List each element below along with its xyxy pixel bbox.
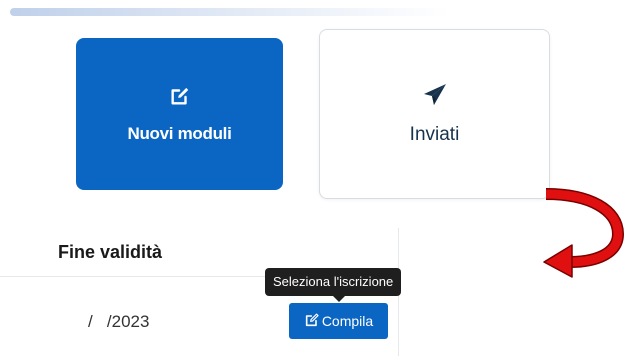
compila-button[interactable]: Compila [289, 303, 388, 339]
tooltip-pointer [333, 296, 345, 302]
compila-label: Compila [321, 313, 374, 329]
edit-icon [169, 85, 191, 112]
edit-icon [304, 312, 320, 331]
sent-tile[interactable]: Inviati [319, 29, 550, 199]
new-modules-label: Nuovi moduli [127, 123, 232, 143]
new-modules-tile[interactable]: Nuovi moduli [76, 38, 283, 190]
end-date-cell: / /2023 [88, 312, 150, 331]
top-decorative-bar [10, 8, 450, 16]
sent-label: Inviati [409, 123, 460, 145]
curved-arrow-annotation [543, 188, 625, 278]
end-validity-column-header: Fine validità [58, 242, 163, 262]
select-registration-tooltip: Seleziona l'iscrizione [265, 268, 402, 296]
paper-plane-icon [422, 83, 448, 112]
